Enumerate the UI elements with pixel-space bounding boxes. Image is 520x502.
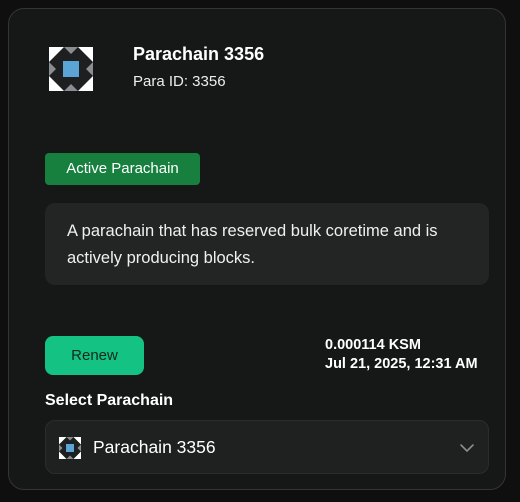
- renew-button[interactable]: Renew: [45, 336, 144, 375]
- status-description: A parachain that has reserved bulk coret…: [45, 203, 489, 285]
- parachain-select[interactable]: Parachain 3356: [45, 420, 489, 474]
- renewal-price: 0.000114 KSM: [325, 337, 421, 353]
- status-badge: Active Parachain: [45, 153, 200, 185]
- parachain-logo-icon: [49, 47, 93, 91]
- chevron-down-icon[interactable]: [459, 440, 475, 456]
- renewal-date: Jul 21, 2025, 12:31 AM: [325, 356, 478, 372]
- parachain-card: Parachain 3356 Para ID: 3356 Active Para…: [8, 8, 506, 490]
- select-parachain-label: Select Parachain: [45, 392, 174, 409]
- parachain-logo-icon: [59, 437, 81, 459]
- para-id-label: Para ID: 3356: [133, 73, 226, 90]
- selected-parachain: Parachain 3356: [93, 437, 216, 457]
- parachain-title: Parachain 3356: [133, 44, 265, 64]
